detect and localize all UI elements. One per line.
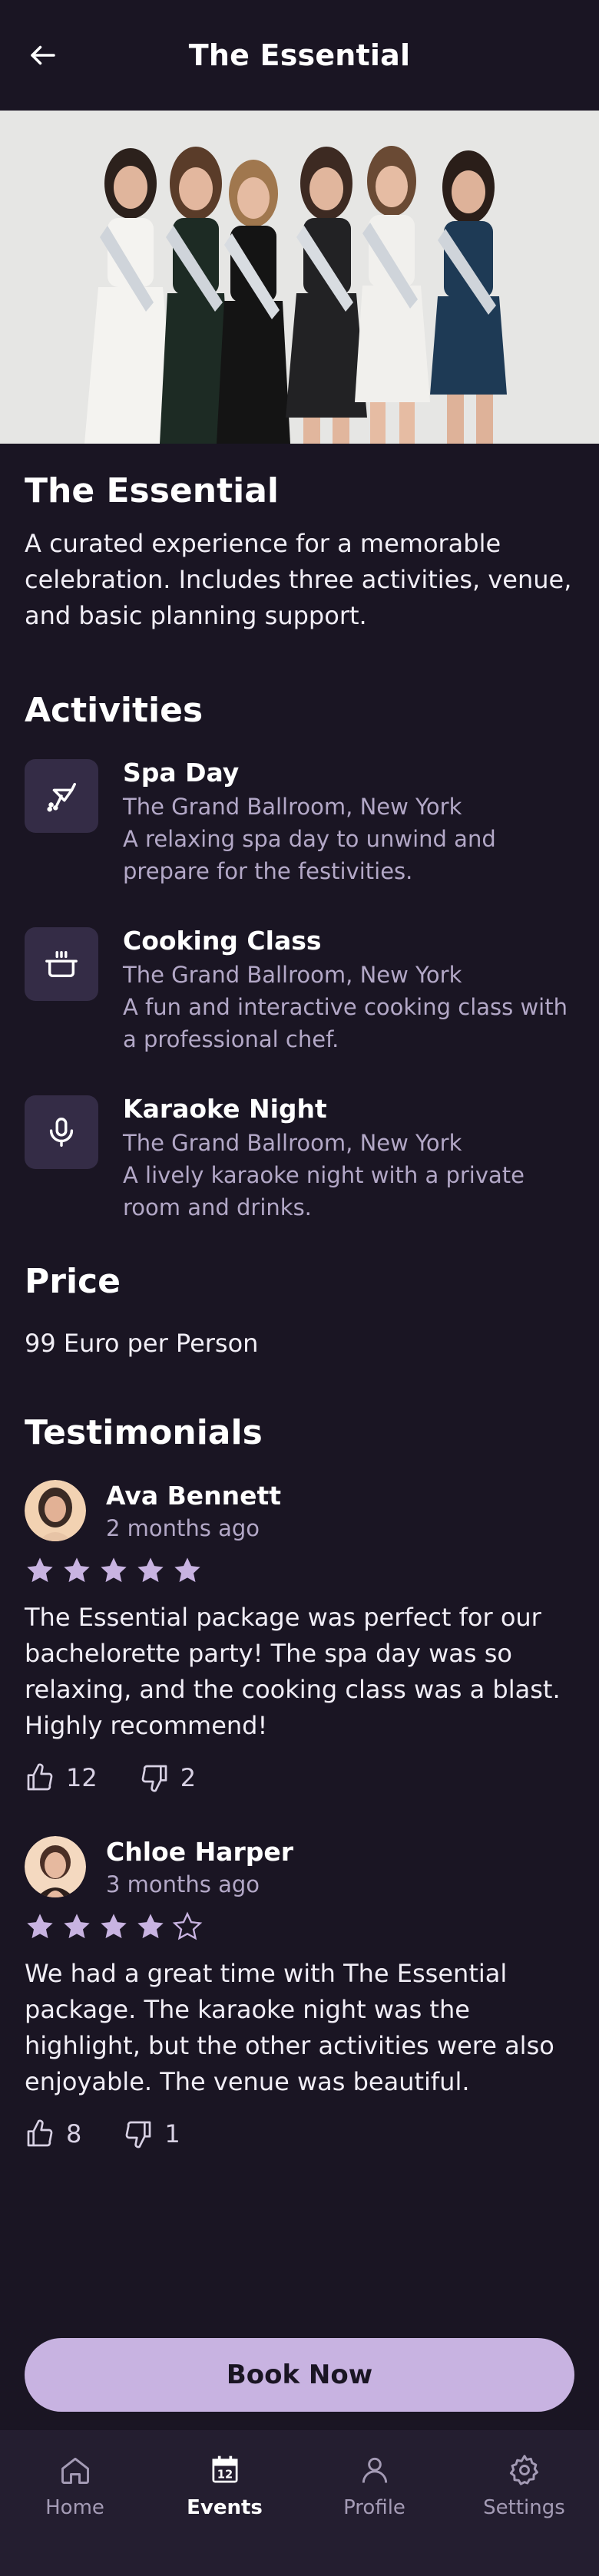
nav-label: Settings xyxy=(483,2496,565,2519)
star-filled-icon xyxy=(64,1557,90,1583)
thumbs-up-icon xyxy=(27,2119,53,2147)
activity-description: A fun and interactive cooking class with… xyxy=(123,994,568,1052)
dislike-button[interactable]: 2 xyxy=(139,1762,196,1793)
thumbs-down-icon xyxy=(141,1765,167,1792)
bottom-navigation: Home 12 Events Profile Settings xyxy=(0,2430,599,2576)
avatar xyxy=(25,1836,86,1897)
star-filled-icon xyxy=(101,1914,127,1939)
calendar-icon: 12 xyxy=(212,2455,237,2483)
activities-heading: Activities xyxy=(25,691,204,730)
reviewer-name: Chloe Harper xyxy=(106,1836,294,1867)
back-button[interactable] xyxy=(22,34,65,77)
rating-stars xyxy=(25,1911,574,1942)
price-heading: Price xyxy=(25,1262,121,1301)
star-filled-icon xyxy=(174,1557,200,1583)
spa-icon xyxy=(25,759,98,833)
reviewer-name: Ava Bennett xyxy=(106,1480,282,1511)
star-filled-icon xyxy=(64,1914,90,1939)
user-icon xyxy=(362,2457,387,2483)
review-text: We had a great time with The Essential p… xyxy=(25,1959,554,2096)
cooking-pot-icon xyxy=(25,927,98,1001)
like-count: 12 xyxy=(66,1763,98,1792)
gear-icon xyxy=(509,2455,538,2485)
activity-description: A lively karaoke night with a private ro… xyxy=(123,1162,525,1220)
nav-label: Profile xyxy=(343,2496,405,2519)
price-value: 99 Euro per Person xyxy=(25,1329,259,1358)
activity-location: The Grand Ballroom, New York xyxy=(123,794,462,820)
home-icon xyxy=(61,2457,89,2484)
review-text: The Essential package was perfect for ou… xyxy=(25,1603,561,1740)
avatar xyxy=(25,1480,86,1541)
star-filled-icon xyxy=(101,1557,127,1583)
dislike-count: 2 xyxy=(180,1763,197,1792)
arrow-left-icon xyxy=(31,45,55,65)
thumbs-up-icon xyxy=(27,1763,53,1791)
activity-title: Spa Day xyxy=(123,758,240,788)
star-filled-icon xyxy=(137,1557,164,1583)
like-button[interactable]: 12 xyxy=(25,1762,98,1793)
testimonial-card: Ava Bennett 2 months ago The Essential p… xyxy=(25,1480,574,1793)
nav-item-settings[interactable]: Settings xyxy=(455,2430,594,2519)
activity-item-cooking-class[interactable]: Cooking Class The Grand Ballroom, New Yo… xyxy=(25,926,574,1055)
book-now-button[interactable]: Book Now xyxy=(25,2338,574,2412)
star-outline-icon xyxy=(172,1911,203,1940)
star-filled-icon xyxy=(27,1914,53,1939)
top-bar: The Essential xyxy=(0,0,599,111)
dislike-button[interactable]: 1 xyxy=(123,2119,180,2149)
calendar-badge: 12 xyxy=(217,2468,232,2481)
nav-label: Home xyxy=(45,2496,104,2519)
activity-description: A relaxing spa day to unwind and prepare… xyxy=(123,826,496,884)
review-time: 3 months ago xyxy=(106,1871,260,1897)
activity-location: The Grand Ballroom, New York xyxy=(123,1130,462,1156)
review-time: 2 months ago xyxy=(106,1514,260,1541)
thumbs-down-icon xyxy=(126,2121,151,2148)
nav-item-home[interactable]: Home xyxy=(6,2430,144,2519)
app-screen: The Essential The Essential A curated ex… xyxy=(0,0,599,2576)
activity-title: Cooking Class xyxy=(123,926,322,956)
activity-item-spa-day[interactable]: Spa Day The Grand Ballroom, New York A r… xyxy=(25,758,574,887)
package-description: A curated experience for a memorable cel… xyxy=(25,529,572,630)
dislike-count: 1 xyxy=(164,2119,180,2148)
activity-item-karaoke-night[interactable]: Karaoke Night The Grand Ballroom, New Yo… xyxy=(25,1094,574,1224)
microphone-icon xyxy=(25,1095,98,1169)
activity-title: Karaoke Night xyxy=(123,1094,327,1124)
star-filled-icon xyxy=(27,1557,53,1583)
nav-item-events[interactable]: 12 Events xyxy=(156,2430,294,2519)
nav-item-profile[interactable]: Profile xyxy=(306,2430,444,2519)
activity-location: The Grand Ballroom, New York xyxy=(123,962,462,988)
page-title: The Essential xyxy=(188,38,411,72)
star-filled-icon xyxy=(137,1914,164,1939)
nav-label: Events xyxy=(187,2496,263,2519)
testimonial-card: Chloe Harper 3 months ago We had a great… xyxy=(25,1836,574,2149)
package-content: The Essential A curated experience for a… xyxy=(0,471,599,2149)
testimonials-heading: Testimonials xyxy=(25,1413,263,1452)
package-title: The Essential xyxy=(25,471,279,510)
like-button[interactable]: 8 xyxy=(25,2119,81,2149)
rating-stars xyxy=(25,1555,574,1586)
hero-image xyxy=(0,111,599,444)
like-count: 8 xyxy=(66,2119,82,2148)
